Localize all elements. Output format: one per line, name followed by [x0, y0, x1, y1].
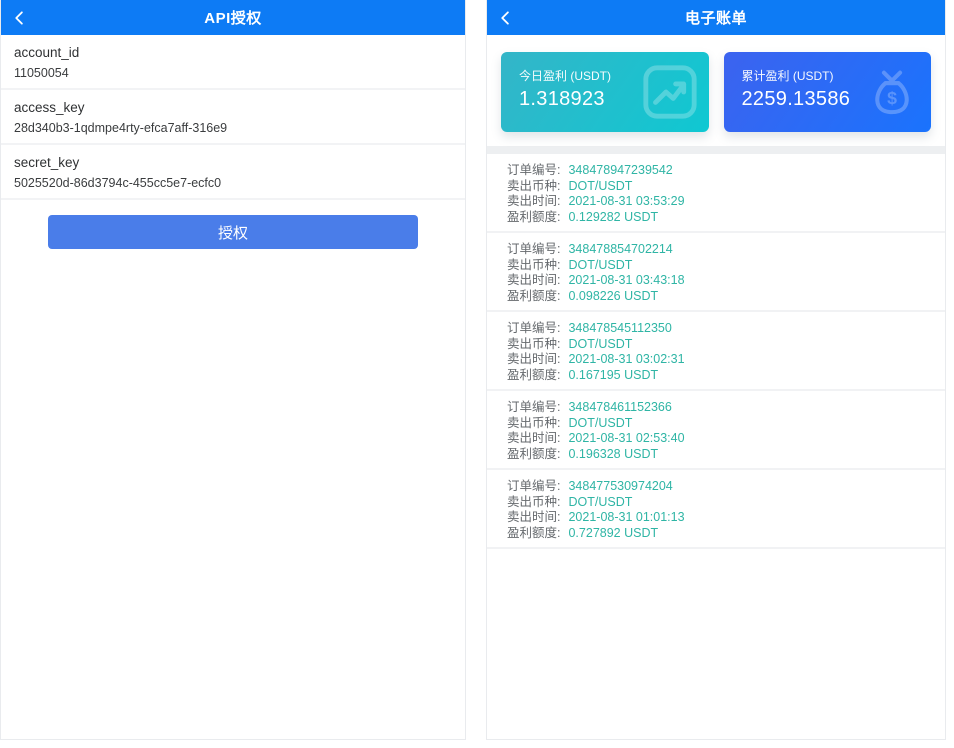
order-no-label: 订单编号: — [507, 479, 560, 495]
order-no-value: 348478461152366 — [568, 400, 671, 416]
coin-value: DOT/USDT — [568, 258, 632, 274]
time-value: 2021-08-31 03:02:31 — [568, 352, 684, 368]
back-button[interactable] — [11, 0, 41, 35]
order-no-value: 348478947239542 — [568, 163, 672, 179]
profit-label: 盈利额度: — [507, 447, 560, 463]
time-label: 卖出时间: — [507, 352, 560, 368]
account-id-field[interactable] — [14, 66, 452, 80]
order-no-value: 348478545112350 — [568, 321, 671, 337]
profit-label: 盈利额度: — [507, 368, 560, 384]
page-title: API授权 — [204, 7, 262, 28]
order-item: 订单编号: 348478461152366 卖出币种: DOT/USDT 卖出时间:… — [487, 391, 945, 470]
order-list: 订单编号: 348478947239542 卖出币种: DOT/USDT 卖出时间:… — [487, 154, 945, 549]
today-profit-card: 今日盈利 (USDT) 1.318923 — [501, 52, 709, 132]
secret-key-field[interactable] — [14, 176, 452, 190]
coin-label: 卖出币种: — [507, 416, 560, 432]
back-button[interactable] — [497, 0, 527, 35]
coin-value: DOT/USDT — [568, 416, 632, 432]
chevron-left-icon — [11, 9, 29, 27]
profit-value: 0.727892 USDT — [568, 526, 658, 542]
field-row-access-key: access_key — [1, 90, 465, 145]
profit-label: 盈利额度: — [507, 210, 560, 226]
order-no-value: 348477530974204 — [568, 479, 672, 495]
api-auth-screen: API授权 account_id access_key secret_key 授… — [0, 0, 466, 740]
time-value: 2021-08-31 03:43:18 — [568, 273, 684, 289]
profit-label: 盈利额度: — [507, 526, 560, 542]
coin-value: DOT/USDT — [568, 337, 632, 353]
order-no-value: 348478854702214 — [568, 242, 672, 258]
order-no-label: 订单编号: — [507, 163, 560, 179]
order-item: 订单编号: 348478947239542 卖出币种: DOT/USDT 卖出时间:… — [487, 154, 945, 233]
bill-screen: 电子账单 今日盈利 (USDT) 1.318923 累计盈利 (USDT) 22… — [486, 0, 946, 740]
trend-up-icon — [641, 63, 699, 121]
time-value: 2021-08-31 01:01:13 — [568, 510, 684, 526]
summary-cards: 今日盈利 (USDT) 1.318923 累计盈利 (USDT) 2259.13… — [487, 35, 945, 146]
order-item: 订单编号: 348478545112350 卖出币种: DOT/USDT 卖出时间:… — [487, 312, 945, 391]
coin-label: 卖出币种: — [507, 495, 560, 511]
order-item: 订单编号: 348477530974204 卖出币种: DOT/USDT 卖出时间:… — [487, 470, 945, 549]
svg-text:$: $ — [887, 88, 897, 108]
time-label: 卖出时间: — [507, 273, 560, 289]
bill-navbar: 电子账单 — [487, 0, 945, 35]
authorize-button[interactable]: 授权 — [48, 215, 418, 249]
secret-key-label: secret_key — [14, 155, 452, 170]
profit-value: 0.196328 USDT — [568, 447, 658, 463]
order-no-label: 订单编号: — [507, 321, 560, 337]
order-item: 订单编号: 348478854702214 卖出币种: DOT/USDT 卖出时间:… — [487, 233, 945, 312]
dual-screen-stage: API授权 account_id access_key secret_key 授… — [0, 0, 954, 748]
chevron-left-icon — [497, 9, 515, 27]
authorize-button-wrap: 授权 — [1, 200, 465, 249]
api-auth-navbar: API授权 — [1, 0, 465, 35]
time-label: 卖出时间: — [507, 431, 560, 447]
order-no-label: 订单编号: — [507, 242, 560, 258]
profit-label: 盈利额度: — [507, 289, 560, 305]
time-label: 卖出时间: — [507, 510, 560, 526]
access-key-label: access_key — [14, 100, 452, 115]
profit-value: 0.129282 USDT — [568, 210, 658, 226]
coin-value: DOT/USDT — [568, 495, 632, 511]
profit-value: 0.167195 USDT — [568, 368, 658, 384]
coin-label: 卖出币种: — [507, 179, 560, 195]
time-value: 2021-08-31 02:53:40 — [568, 431, 684, 447]
total-profit-card: 累计盈利 (USDT) 2259.13586 $ — [724, 52, 932, 132]
account-id-label: account_id — [14, 45, 452, 60]
money-bag-icon: $ — [863, 63, 921, 121]
access-key-field[interactable] — [14, 121, 452, 135]
page-title: 电子账单 — [685, 7, 747, 28]
order-no-label: 订单编号: — [507, 400, 560, 416]
section-divider — [487, 146, 945, 154]
coin-label: 卖出币种: — [507, 258, 560, 274]
time-value: 2021-08-31 03:53:29 — [568, 194, 684, 210]
coin-value: DOT/USDT — [568, 179, 632, 195]
time-label: 卖出时间: — [507, 194, 560, 210]
profit-value: 0.098226 USDT — [568, 289, 658, 305]
field-row-secret-key: secret_key — [1, 145, 465, 200]
coin-label: 卖出币种: — [507, 337, 560, 353]
field-row-account-id: account_id — [1, 35, 465, 90]
